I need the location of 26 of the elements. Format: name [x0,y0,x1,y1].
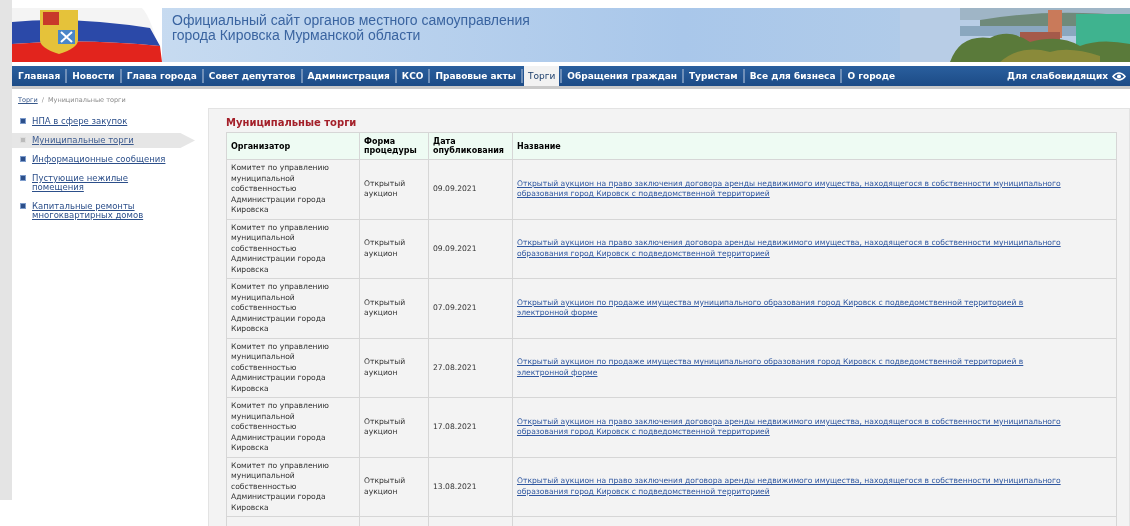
sidebar-item[interactable]: Пустующие нежилые помещения [12,171,195,195]
section-title: Муниципальные торги [226,117,358,128]
sidebar-item[interactable]: Информационные сообщения [12,152,195,167]
column-header: Организатор [226,132,360,160]
nav-tab[interactable]: Все для бизнеса [745,66,840,86]
sidebar-item[interactable]: НПА в сфере закупок [12,114,195,129]
nav-tab[interactable]: Главная [14,66,65,86]
nav-tab[interactable]: Совет депутатов [204,66,300,86]
eye-icon [1112,71,1126,81]
sidebar-item[interactable]: Муниципальные торги [12,133,195,148]
accessibility-link[interactable]: Для слабовидящих [1002,66,1112,86]
nav-tab[interactable]: Глава города [122,66,201,86]
nav-tab[interactable]: О городе [843,66,900,86]
column-header: Название [512,132,1117,160]
sidebar-item[interactable]: Капитальные ремонты многоквартирных домов [12,199,195,223]
site-title: города Кировска Мурманской области [172,28,422,43]
column-header: Форма процедуры [359,132,429,160]
nav-tab[interactable]: Администрация [303,66,394,86]
nav-tab[interactable]: Обращения граждан [563,66,681,86]
nav-tab[interactable]: Туристам [684,66,742,86]
nav-tab[interactable]: КСО [397,66,428,86]
column-header: Дата опубликования [428,132,513,160]
nav-tab[interactable]: Торги [524,66,560,86]
nav-tab[interactable]: Новости [68,66,119,86]
site-title: Официальный сайт органов местного самоуправления [172,13,531,28]
nav-tab[interactable]: Правовые акты [431,66,520,86]
